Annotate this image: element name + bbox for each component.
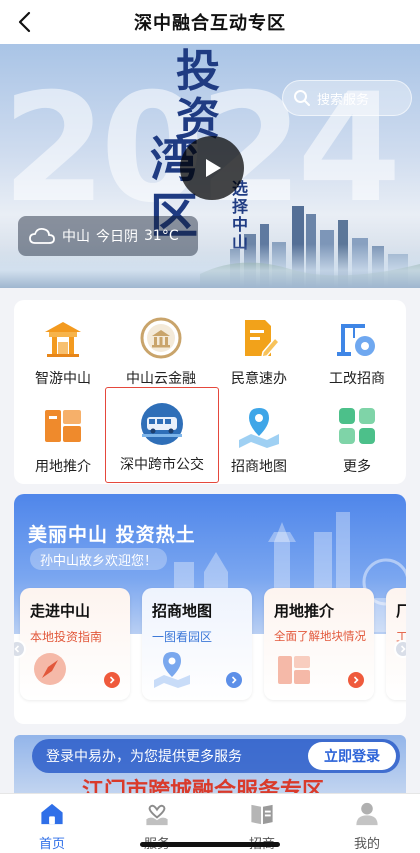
service-item-cloud-finance[interactable]: 中山云金融 [112, 304, 210, 394]
chevron-right-icon [109, 676, 115, 684]
weather-condition: 今日阴 [96, 229, 138, 245]
cloud-icon [29, 227, 55, 244]
back-arrow-icon[interactable] [14, 10, 38, 34]
map-pin-icon [154, 652, 190, 688]
top-nav-bar: 深中融合互动专区 [0, 0, 420, 44]
card-enter-zhongshan[interactable]: 走进中山 本地投资指南 [20, 588, 130, 700]
tab-label: 我的 [353, 837, 380, 852]
service-item-cross-city-bus[interactable]: 深中跨市公交 [105, 387, 219, 483]
card-go-button[interactable] [226, 672, 242, 688]
card-title: 招商地图 [152, 602, 213, 620]
jiangmen-banner-title: 江门市跨城融合服务专区 [82, 778, 325, 795]
service-label: 民意速办 [231, 371, 287, 387]
search-placeholder: 搜索服务 [317, 92, 370, 108]
service-label: 工改招商 [329, 371, 385, 387]
hero-calligraphy-invest: 投资 [176, 46, 220, 145]
search-icon [294, 90, 310, 106]
weather-city: 中山 [62, 229, 90, 245]
tab-home[interactable]: 首页 [12, 800, 92, 852]
service-item-more[interactable]: 更多 [308, 392, 406, 482]
investment-title: 美丽中山 投资热土 [28, 524, 196, 546]
service-label: 智游中山 [35, 371, 91, 387]
search-box[interactable]: 搜索服务 [282, 80, 412, 116]
card-go-button[interactable] [104, 672, 120, 688]
card-title: 厂 [396, 602, 406, 620]
service-item-land-promotion[interactable]: 用地推介 [14, 392, 112, 482]
tab-label: 首页 [38, 837, 65, 852]
profile-icon [356, 802, 378, 826]
service-label: 招商地图 [231, 459, 287, 475]
card-title: 用地推介 [274, 602, 335, 620]
crane-gear-icon [337, 324, 375, 356]
service-hands-icon [146, 804, 168, 826]
chevron-left-icon [14, 645, 20, 653]
card-go-button[interactable] [348, 672, 364, 688]
more-grid-icon [339, 408, 375, 444]
card-business-map[interactable]: 招商地图 一图看园区 [142, 588, 252, 700]
hero-banner[interactable]: 2024 投资 湾区 选择中山 搜索服务 [0, 44, 420, 288]
home-indicator [140, 842, 280, 847]
map-pin-icon [239, 408, 279, 448]
play-video-button[interactable] [180, 136, 244, 200]
login-prompt-bar: 登录中易办，为您提供更多服务 立即登录 [32, 739, 400, 773]
land-plots-icon [278, 656, 310, 684]
weather-widget: 中山 今日阴 31°C [18, 216, 198, 256]
service-label: 中山云金融 [126, 371, 196, 387]
bus-icon [141, 403, 183, 445]
card-subtitle: 全面了解地块情况 [274, 629, 366, 643]
chevron-right-icon [231, 676, 237, 684]
land-plots-icon [45, 410, 81, 442]
chevron-right-icon [353, 676, 359, 684]
card-subtitle: 一图看园区 [152, 630, 213, 644]
hero-vertical-slogan: 选择中山 [232, 179, 249, 252]
tab-profile[interactable]: 我的 [327, 800, 407, 852]
investment-section: 美丽中山 投资热土 孙中山故乡欢迎您！ 走进中山 本地投资指南 招商地图 一图看… [14, 494, 406, 724]
chevron-right-icon [400, 645, 406, 653]
weather-temperature: 31°C [144, 228, 179, 244]
service-label: 用地推介 [35, 459, 91, 475]
document-pen-icon [245, 320, 281, 358]
service-item-public-opinion[interactable]: 民意速办 [210, 304, 308, 394]
services-grid: 智游中山 中山云金融 民意速办 工改招商 用地推介 深中跨市公交 招商地图 更多 [14, 300, 406, 484]
card-title: 走进中山 [30, 602, 91, 620]
service-item-smart-tour[interactable]: 智游中山 [14, 304, 112, 394]
pavilion-icon [45, 322, 81, 357]
home-icon [41, 803, 63, 825]
business-book-icon [251, 804, 273, 825]
card-land-promotion[interactable]: 用地推介 全面了解地块情况 [264, 588, 374, 700]
service-item-industry-reform[interactable]: 工改招商 [308, 304, 406, 394]
service-item-business-map[interactable]: 招商地图 [210, 392, 308, 482]
login-prompt-text: 登录中易办，为您提供更多服务 [46, 749, 242, 765]
service-label: 深中跨市公交 [120, 457, 204, 473]
card-subtitle: 本地投资指南 [30, 630, 103, 644]
jiangmen-service-banner[interactable]: 江门市跨城融合服务专区 登录中易办，为您提供更多服务 立即登录 [14, 735, 406, 795]
service-label: 更多 [343, 459, 371, 475]
compass-icon [34, 653, 66, 685]
carousel-next-button[interactable] [394, 640, 406, 658]
app-page: 深中融合互动专区 2024 投资 湾区 选择中山 搜索服务 [0, 0, 420, 853]
finance-coin-icon [140, 317, 182, 359]
login-button[interactable]: 立即登录 [308, 742, 396, 770]
play-icon [206, 159, 221, 177]
page-title: 深中融合互动专区 [134, 13, 286, 34]
investment-subtitle: 孙中山故乡欢迎您！ [30, 548, 168, 570]
